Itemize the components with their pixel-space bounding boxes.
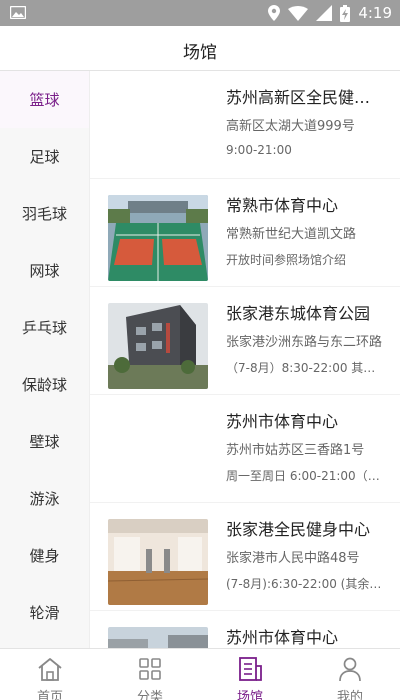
category-grid-icon: [139, 658, 161, 680]
status-bar: 4:19: [0, 0, 400, 26]
category-item-roller-skating[interactable]: 轮滑: [0, 584, 89, 641]
tab-label: 场馆: [236, 690, 263, 700]
venue-card[interactable]: 张家港东城体育公园 张家港沙洲东路与东二环路 （7-8月）8:30-22:00 …: [90, 287, 400, 394]
venue-address: 张家港沙洲东路与东二环路: [226, 335, 383, 350]
venue-card[interactable]: 常熟市体育中心 常熟新世纪大道凯文路 开放时间参照场馆介绍: [90, 179, 400, 286]
category-item-football[interactable]: 足球: [0, 128, 89, 185]
venue-name: 张家港全民健身中心: [226, 520, 371, 539]
category-label: 保龄球: [21, 376, 67, 394]
venue-name: 苏州市体育中心: [226, 412, 339, 431]
venue-list[interactable]: 苏州高新区全民健身中心 高新区太湖大道999号 9:00-21:00 常熟市体育…: [90, 71, 400, 648]
venue-name: 张家港东城体育公园: [226, 304, 371, 323]
venue-hours: 9:00-21:00: [226, 143, 292, 157]
category-label: 乒乓球: [21, 319, 67, 337]
venue-address: 苏州市姑苏区三香路1号: [226, 443, 365, 458]
venue-name: 苏州高新区全民健身中心: [226, 88, 386, 107]
venue-hours: (7-8月):6:30-22:00 (其余月份): [226, 577, 386, 591]
venue-card[interactable]: 张家港全民健身中心 张家港市人民中路48号 (7-8月):6:30-22:00 …: [90, 503, 400, 610]
image-notification-icon: [10, 6, 26, 19]
venue-hours: （7-8月）8:30-22:00 其余月份: [226, 361, 386, 375]
category-label: 羽毛球: [21, 205, 67, 223]
page-title: 场馆: [183, 43, 217, 63]
category-label: 网球: [29, 262, 60, 280]
home-icon: [38, 658, 62, 681]
category-item-tennis[interactable]: 网球: [0, 242, 89, 299]
venue-name: 常熟市体育中心: [226, 196, 339, 215]
venue-card[interactable]: 苏州市体育中心: [90, 611, 400, 648]
signal-icon: [316, 5, 333, 21]
category-label: 足球: [29, 148, 60, 166]
venue-address: 高新区太湖大道999号: [226, 119, 355, 134]
category-item-table-tennis[interactable]: 乒乓球: [0, 299, 89, 356]
venue-card[interactable]: 苏州市体育中心 苏州市姑苏区三香路1号 周一至周日 6:00-21:00（节假日…: [90, 395, 400, 502]
tab-label: 分类: [136, 690, 163, 700]
tab-category[interactable]: 分类: [100, 649, 200, 700]
tab-venue[interactable]: 场馆: [200, 649, 300, 700]
category-label: 健身: [29, 547, 60, 565]
venue-card[interactable]: 苏州高新区全民健身中心 高新区太湖大道999号 9:00-21:00: [90, 71, 400, 178]
category-label: 篮球: [29, 91, 60, 109]
category-label: 游泳: [29, 490, 60, 508]
venue-hours: 开放时间参照场馆介绍: [226, 253, 347, 267]
venue-icon: [239, 657, 262, 681]
category-item-basketball[interactable]: 篮球: [0, 71, 89, 128]
battery-charging-icon: [340, 4, 351, 22]
category-label: 壁球: [29, 433, 60, 451]
category-sidebar: 篮球 足球 羽毛球 网球 乒乓球 保龄球 壁球 游泳 健身 轮滑: [0, 71, 90, 648]
venue-photo-campus: [108, 627, 208, 648]
venue-photo-outdoor-courts: [108, 195, 208, 281]
profile-icon: [339, 657, 361, 682]
category-item-badminton[interactable]: 羽毛球: [0, 185, 89, 242]
wifi-icon: [288, 5, 309, 21]
venue-address: 张家港市人民中路48号: [226, 551, 360, 566]
tab-home[interactable]: 首页: [0, 649, 100, 700]
venue-address: 常熟新世纪大道凯文路: [226, 227, 357, 242]
category-item-squash[interactable]: 壁球: [0, 413, 89, 470]
venue-photo-building: [108, 303, 208, 389]
tab-profile[interactable]: 我的: [300, 649, 400, 700]
status-time: 4:19: [358, 4, 392, 22]
venue-photo-indoor-gym: [108, 519, 208, 605]
page-header: 场馆: [0, 26, 400, 71]
bottom-tab-bar: 首页 分类 场馆 我的: [0, 648, 400, 700]
venue-name: 苏州市体育中心: [226, 628, 339, 647]
tab-label: 我的: [336, 690, 363, 700]
venue-hours: 周一至周日 6:00-21:00（节假日）: [226, 469, 386, 483]
category-item-swimming[interactable]: 游泳: [0, 470, 89, 527]
location-icon: [268, 5, 281, 21]
tab-label: 首页: [36, 690, 63, 700]
category-label: 轮滑: [29, 604, 60, 622]
category-item-fitness[interactable]: 健身: [0, 527, 89, 584]
category-item-bowling[interactable]: 保龄球: [0, 356, 89, 413]
